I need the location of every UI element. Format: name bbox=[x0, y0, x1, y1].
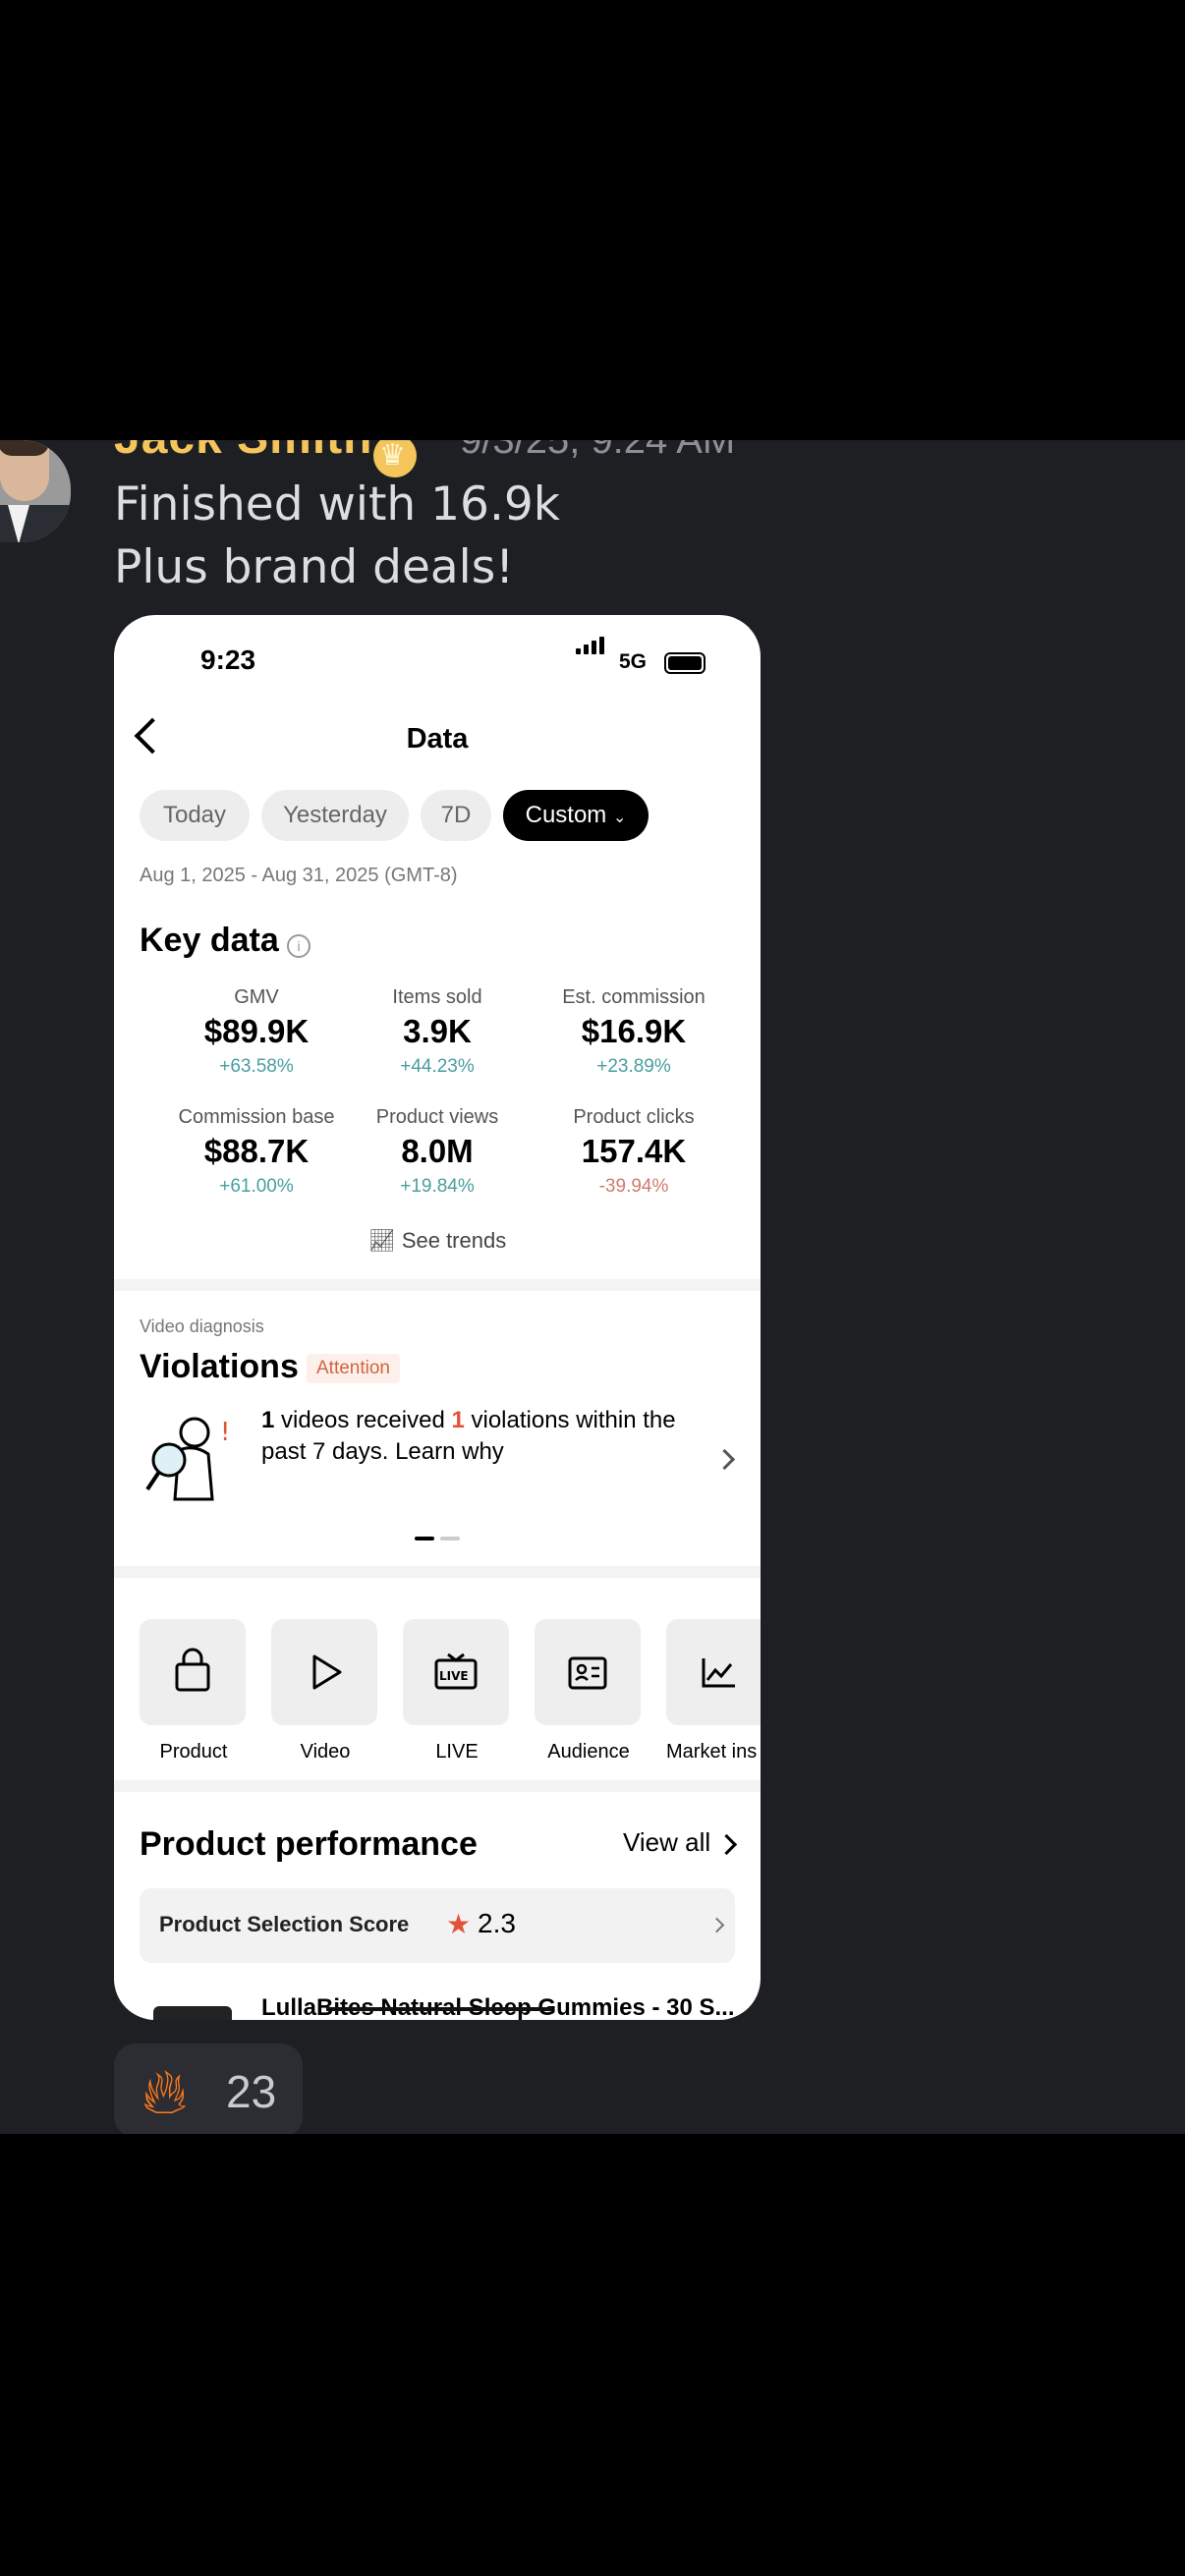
view-all-label: View all bbox=[623, 1827, 711, 1857]
svg-text:!: ! bbox=[220, 1418, 230, 1447]
svg-text:LIVE: LIVE bbox=[439, 1669, 469, 1683]
live-tv-icon: LIVE bbox=[403, 1619, 509, 1725]
product-selection-score-row[interactable]: Product Selection Score ★ 2.3 bbox=[140, 1888, 735, 1963]
reaction-button[interactable]: 🔥︎ 23 bbox=[114, 2044, 303, 2134]
chat-panel: Jack Smith ♛ 9/3/25, 9:24 AM Finished wi… bbox=[0, 440, 1185, 2134]
metric-change: +61.00% bbox=[219, 1176, 294, 1197]
chip-yesterday[interactable]: Yesterday bbox=[261, 790, 409, 841]
screenshot-attachment[interactable]: 9:23 5G Data Today Yesterday 7D Custom ⌄… bbox=[114, 615, 761, 2020]
chevron-down-icon: ⌄ bbox=[612, 810, 627, 826]
metric-value: 157.4K bbox=[581, 1133, 687, 1169]
metric-label: Product views bbox=[375, 1106, 499, 1128]
section-divider bbox=[114, 1279, 761, 1291]
fire-icon: 🔥︎ bbox=[141, 2056, 188, 2127]
play-icon bbox=[271, 1619, 377, 1725]
chip-today[interactable]: Today bbox=[140, 790, 250, 841]
tool-label: Market ins bbox=[666, 1741, 758, 1763]
crown-badge-icon: ♛ bbox=[373, 440, 417, 477]
line-chart-icon bbox=[666, 1619, 761, 1725]
audience-card-icon bbox=[535, 1619, 641, 1725]
chevron-right-icon bbox=[708, 1917, 725, 1933]
tool-label: Product bbox=[159, 1741, 228, 1763]
metric-label: GMV bbox=[234, 986, 279, 1008]
metric-commission-base[interactable]: Commission base $88.7K +61.00% bbox=[153, 1106, 360, 1198]
tool-label: LIVE bbox=[435, 1741, 479, 1763]
chip-custom[interactable]: Custom ⌄ bbox=[503, 790, 649, 841]
metric-change: -39.94% bbox=[598, 1176, 669, 1197]
metric-label: Est. commission bbox=[562, 986, 705, 1008]
section-divider bbox=[114, 1780, 761, 1792]
tool-label: Audience bbox=[547, 1741, 630, 1763]
tool-label: Video bbox=[300, 1741, 351, 1763]
view-all-chevron-icon bbox=[715, 1833, 738, 1856]
see-trends-label: See trends bbox=[401, 1228, 507, 1253]
message-timestamp: 9/3/25, 9:24 AM bbox=[460, 440, 736, 462]
shopping-bag-icon bbox=[140, 1619, 246, 1725]
date-range: Aug 1, 2025 - Aug 31, 2025 (GMT-8) bbox=[140, 865, 458, 886]
section-divider bbox=[114, 1566, 761, 1578]
metric-change: +23.89% bbox=[596, 1056, 671, 1077]
info-icon[interactable]: i bbox=[287, 934, 310, 958]
metric-value: 3.9K bbox=[403, 1013, 472, 1049]
violations-heading: Violations bbox=[140, 1348, 299, 1385]
see-trends-link[interactable]: 📈︎ See trends bbox=[114, 1228, 761, 1254]
score-value: 2.3 bbox=[478, 1908, 516, 1938]
metric-label: Commission base bbox=[178, 1106, 335, 1128]
tool-product[interactable]: Product bbox=[140, 1619, 248, 1764]
violations-message[interactable]: 1 videos received 1 violations within th… bbox=[261, 1405, 694, 1468]
chip-custom-label: Custom bbox=[525, 802, 607, 828]
metric-product-views[interactable]: Product views 8.0M +19.84% bbox=[334, 1106, 540, 1198]
tool-live[interactable]: LIVE LIVE bbox=[403, 1619, 511, 1764]
metric-change: +19.84% bbox=[400, 1176, 475, 1197]
score-label: Product Selection Score bbox=[159, 1912, 410, 1936]
metric-value: $89.9K bbox=[203, 1013, 310, 1049]
metric-change: +63.58% bbox=[219, 1056, 294, 1077]
metric-gmv[interactable]: GMV $89.9K +63.58% bbox=[153, 986, 360, 1078]
metric-value: $88.7K bbox=[203, 1133, 310, 1169]
metric-change: +44.23% bbox=[400, 1056, 475, 1077]
username[interactable]: Jack Smith bbox=[114, 440, 372, 465]
home-indicator bbox=[326, 2007, 552, 2011]
metric-items-sold[interactable]: Items sold 3.9K +44.23% bbox=[334, 986, 540, 1078]
network-label: 5G bbox=[619, 650, 648, 673]
tool-audience[interactable]: Audience bbox=[535, 1619, 643, 1764]
chip-7d[interactable]: 7D bbox=[421, 790, 491, 841]
violation-count: 1 bbox=[451, 1407, 465, 1433]
metric-label: Product clicks bbox=[573, 1106, 695, 1128]
star-icon: ★ bbox=[446, 1909, 472, 1939]
metric-label: Items sold bbox=[392, 986, 482, 1008]
product-thumbnail bbox=[153, 2006, 232, 2020]
product-performance-heading: Product performance bbox=[140, 1825, 478, 1863]
trend-chart-icon: 📈︎ bbox=[367, 1228, 402, 1253]
attention-badge: Attention bbox=[307, 1354, 400, 1383]
battery-icon bbox=[664, 652, 705, 674]
metric-value: $16.9K bbox=[581, 1013, 687, 1049]
reaction-count: 23 bbox=[226, 2066, 277, 2117]
status-time: 9:23 bbox=[200, 644, 256, 675]
tool-video[interactable]: Video bbox=[271, 1619, 379, 1764]
message-line-1: Finished with 16.9k bbox=[114, 477, 561, 532]
view-all-link[interactable]: View all bbox=[623, 1827, 710, 1858]
violation-text-a: videos received bbox=[274, 1407, 452, 1433]
magnifier-person-illustration-icon: ! bbox=[145, 1417, 230, 1501]
page-title: Data bbox=[406, 723, 469, 755]
metric-product-clicks[interactable]: Product clicks 157.4K -39.94% bbox=[531, 1106, 737, 1198]
message-line-2: Plus brand deals! bbox=[114, 540, 515, 594]
diagnosis-label: Video diagnosis bbox=[140, 1316, 264, 1336]
user-avatar[interactable] bbox=[0, 440, 71, 542]
metric-est-commission[interactable]: Est. commission $16.9K +23.89% bbox=[531, 986, 737, 1078]
video-count: 1 bbox=[261, 1407, 275, 1433]
key-data-heading: Key data bbox=[140, 922, 279, 959]
metric-value: 8.0M bbox=[401, 1133, 474, 1169]
tool-market-insights[interactable]: Market ins bbox=[666, 1619, 761, 1764]
chevron-right-icon[interactable] bbox=[713, 1448, 736, 1471]
